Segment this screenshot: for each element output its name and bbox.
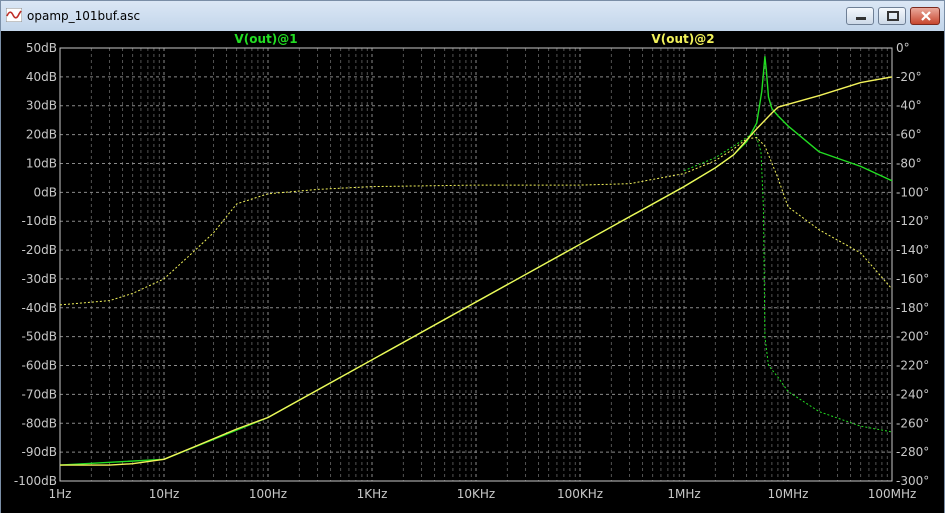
y-tick-label: -70dB	[22, 387, 57, 401]
minimize-button[interactable]	[846, 7, 874, 25]
x-tick-label: 1KHz	[357, 487, 388, 501]
y2-tick-label: -300°	[896, 474, 929, 488]
y-tick-label: 10dB	[26, 156, 57, 170]
y-tick-label: 40dB	[26, 70, 57, 84]
right-axis-tick-labels: 0° -20° -40° -60° -80° -100° -120° -140° -160° -1…	[896, 41, 929, 488]
bode-plot[interactable]: 50dB 40dB 30dB 20dB 10dB 0dB -10dB -20dB -30dB -4…	[1, 31, 944, 513]
y-tick-label: -50dB	[22, 330, 57, 344]
y-tick-label: 0dB	[34, 185, 57, 199]
minimize-icon	[856, 17, 866, 20]
title-bar[interactable]: opamp_101buf.asc	[1, 1, 944, 31]
y-tick-label: 20dB	[26, 128, 57, 142]
y-tick-label: -10dB	[22, 214, 57, 228]
window-title: opamp_101buf.asc	[27, 9, 141, 23]
x-tick-label: 1MHz	[667, 487, 700, 501]
x-tick-label: 100Hz	[249, 487, 287, 501]
y2-tick-label: -240°	[896, 387, 929, 401]
y-tick-label: -100dB	[14, 474, 57, 488]
y2-tick-label: -260°	[896, 416, 929, 430]
y-tick-label: -90dB	[22, 445, 57, 459]
y2-tick-label: -40°	[896, 99, 922, 113]
plot-pane[interactable]: 50dB 40dB 30dB 20dB 10dB 0dB -10dB -20dB -30dB -4…	[1, 31, 944, 513]
restore-button[interactable]	[878, 7, 906, 25]
y2-tick-label: -220°	[896, 359, 929, 373]
x-tick-label: 100KHz	[557, 487, 603, 501]
minor-grid	[90, 48, 888, 481]
y-tick-label: -20dB	[22, 243, 57, 257]
y-tick-label: -80dB	[22, 416, 57, 430]
restore-icon	[887, 11, 899, 21]
y2-tick-label: -100°	[896, 185, 929, 199]
waveform-app-icon	[6, 8, 22, 22]
y2-tick-label: -280°	[896, 445, 929, 459]
y2-tick-label: -120°	[896, 214, 929, 228]
series-2-label: V(out)@2	[651, 32, 714, 46]
x-tick-label: 1Hz	[49, 487, 72, 501]
bottom-axis-tick-labels: 1Hz 10Hz 100Hz 1KHz 10KHz 100KHz 1MHz 10MHz 100M…	[49, 487, 917, 501]
y2-tick-label: -20°	[896, 70, 922, 84]
y-tick-label: -60dB	[22, 359, 57, 373]
series-1-label: V(out)@1	[234, 32, 297, 46]
y2-tick-label: -180°	[896, 301, 929, 315]
y2-tick-label: -80°	[896, 156, 922, 170]
x-tick-label: 100MHz	[868, 487, 917, 501]
y2-tick-label: -140°	[896, 243, 929, 257]
y2-tick-label: -160°	[896, 272, 929, 286]
x-tick-label: 10MHz	[768, 487, 809, 501]
y2-tick-label: -200°	[896, 330, 929, 344]
waveform-window: opamp_101buf.asc 50dB 40dB 30dB 20dB 10dB 0dB…	[0, 0, 945, 513]
close-icon	[921, 11, 931, 21]
trace-labels: V(out)@1 V(out)@2	[234, 32, 714, 46]
close-button[interactable]	[910, 7, 940, 25]
left-axis-tick-labels: 50dB 40dB 30dB 20dB 10dB 0dB -10dB -20dB -30dB -4…	[14, 41, 57, 488]
y-tick-label: -40dB	[22, 301, 57, 315]
x-tick-label: 10KHz	[457, 487, 495, 501]
y-tick-label: -30dB	[22, 272, 57, 286]
x-tick-label: 10Hz	[149, 487, 180, 501]
major-grid	[59, 47, 893, 482]
y2-tick-label: -60°	[896, 128, 922, 142]
y2-tick-label: 0°	[896, 41, 910, 55]
y-tick-label: 30dB	[26, 99, 57, 113]
y-tick-label: 50dB	[26, 41, 57, 55]
